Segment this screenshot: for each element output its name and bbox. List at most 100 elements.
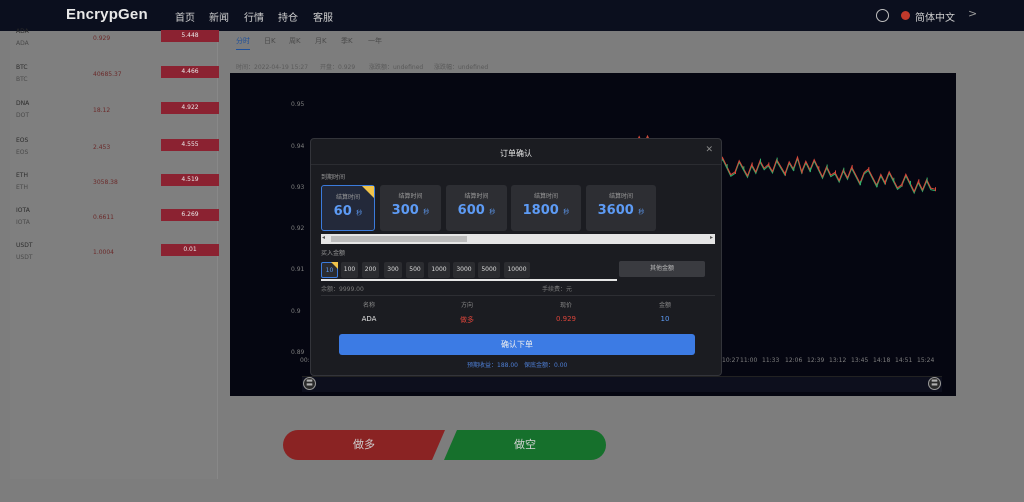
- balance-text: 余额：9999.00: [321, 286, 364, 293]
- coin-change-badge: 6.269: [161, 209, 219, 221]
- candle-mark: [926, 177, 928, 182]
- coin-change-badge: 4.555: [161, 139, 219, 151]
- y-tick-label: 0.93: [291, 184, 305, 191]
- x-tick-label: 14:18: [873, 357, 891, 364]
- coin-price: 18.12: [93, 107, 111, 114]
- coin-change-badge: 4.922: [161, 102, 219, 114]
- tab-monthly[interactable]: 月K: [315, 36, 327, 46]
- order-amount: 10: [660, 315, 670, 323]
- scrollbar-thumb[interactable]: [331, 236, 467, 242]
- amount-option-500[interactable]: 500: [406, 262, 424, 278]
- time-option-label: 结算时间: [464, 193, 489, 200]
- info-open: 开盘：0.929: [320, 64, 356, 71]
- time-option-label: 结算时间: [533, 193, 558, 200]
- candle-mark: [826, 164, 828, 169]
- coin-change-badge: 0.01: [161, 244, 219, 256]
- candle-mark: [776, 157, 778, 162]
- candle-mark: [868, 167, 870, 172]
- x-tick-label: 11:33: [762, 357, 780, 364]
- time-option-label: 结算时间: [608, 193, 633, 200]
- expiry-label: 到期时间: [321, 174, 346, 181]
- nav-positions[interactable]: 持仓: [278, 9, 298, 24]
- chevron-right-icon[interactable]: >: [968, 7, 977, 20]
- candle-mark: [860, 181, 861, 186]
- amount-option-3000[interactable]: 3000: [453, 262, 475, 278]
- time-option-3600[interactable]: 结算时间 3600 秒: [586, 185, 656, 231]
- info-time: 时间：2022-04-19 15:27: [236, 64, 309, 71]
- time-option-300[interactable]: 结算时间 300 秒: [380, 185, 441, 231]
- scroll-right-icon[interactable]: ▸: [710, 234, 713, 241]
- tab-quarterly[interactable]: 季K: [341, 36, 353, 46]
- coin-name: BTC: [16, 64, 28, 71]
- candle-mark: [810, 167, 811, 172]
- seconds-value: 600: [457, 203, 485, 218]
- divider: [311, 164, 721, 165]
- buy-long-button[interactable]: 做多: [283, 430, 445, 460]
- top-navbar: EncrypGen 首页 新闻 行情 持仓 客服 简体中文 >: [0, 0, 1024, 31]
- coin-price: 40685.37: [93, 71, 122, 78]
- tab-weekly[interactable]: 周K: [289, 36, 301, 46]
- tab-year[interactable]: 一年: [368, 36, 382, 46]
- other-amount-button[interactable]: 其他金额: [619, 261, 705, 277]
- zoom-slider-track[interactable]: [302, 376, 942, 392]
- time-option-seconds: 3600 秒: [586, 203, 656, 218]
- x-tick-label: 15:24: [917, 357, 935, 364]
- nav-market[interactable]: 行情: [244, 9, 264, 24]
- nav-support[interactable]: 客服: [313, 9, 333, 24]
- coin-name: ETH: [16, 172, 28, 179]
- candle-mark: [851, 164, 853, 169]
- amount-option-300[interactable]: 300: [384, 262, 402, 278]
- coin-code: IOTA: [16, 219, 30, 226]
- time-option-1800[interactable]: 结算时间 1800 秒: [511, 185, 581, 231]
- seconds-unit: 秒: [638, 209, 645, 216]
- coin-name: EOS: [16, 137, 29, 144]
- zoom-slider-left-handle[interactable]: 〓: [303, 377, 316, 390]
- confirm-order-button[interactable]: 确认下单: [339, 334, 695, 355]
- logo[interactable]: EncrypGen: [66, 6, 148, 23]
- language-selector[interactable]: 简体中文: [915, 9, 955, 24]
- time-option-600[interactable]: 结算时间 600 秒: [446, 185, 507, 231]
- info-change-percent: 涨跌幅：undefined: [434, 64, 489, 71]
- close-icon[interactable]: ✕: [705, 145, 713, 155]
- tab-intraday[interactable]: 分时: [236, 36, 250, 50]
- time-option-60[interactable]: 结算时间 60 秒: [321, 185, 375, 231]
- coin-change-badge: 4.466: [161, 66, 219, 78]
- coin-price: 0.6611: [93, 214, 114, 221]
- coin-change-badge: 5.448: [161, 30, 219, 42]
- coin-price: 0.929: [93, 35, 111, 42]
- scroll-left-icon[interactable]: ◂: [322, 234, 325, 241]
- coin-code: USDT: [16, 254, 33, 261]
- guarantee-amount-text: 保底金额：0.00: [524, 362, 568, 369]
- candle-mark: [801, 169, 803, 174]
- x-tick-label: 12:06: [785, 357, 803, 364]
- y-tick-label: 0.92: [291, 225, 305, 232]
- amount-option-5000[interactable]: 5000: [478, 262, 500, 278]
- candle-mark: [726, 164, 728, 169]
- user-icon[interactable]: [876, 9, 889, 22]
- dialog-title: 订单确认: [500, 149, 532, 158]
- amount-scrollbar[interactable]: [321, 279, 617, 281]
- amount-option-10000[interactable]: 10000: [504, 262, 530, 278]
- x-tick-label: 10:27: [722, 357, 740, 364]
- expected-profit-text: 预期收益：188.00: [467, 362, 518, 369]
- y-tick-label: 0.95: [291, 101, 305, 108]
- nav-home[interactable]: 首页: [175, 9, 195, 24]
- zoom-slider-right-handle[interactable]: 〓: [928, 377, 941, 390]
- candle-mark: [843, 167, 845, 172]
- horizontal-scrollbar[interactable]: ◂ ▸: [321, 234, 715, 244]
- seconds-value: 60: [333, 204, 352, 219]
- candle-mark: [743, 166, 745, 171]
- tab-daily[interactable]: 日K: [264, 36, 276, 46]
- order-direction: 做多: [460, 316, 474, 324]
- coin-code: EOS: [16, 149, 29, 156]
- candle-mark: [793, 166, 795, 171]
- coin-code: ETH: [16, 184, 28, 191]
- nav-news[interactable]: 新闻: [209, 9, 229, 24]
- divider: [321, 295, 715, 296]
- amount-option-1000[interactable]: 1000: [428, 262, 450, 278]
- order-coin-name: ADA: [361, 315, 377, 323]
- sell-short-button[interactable]: 做空: [444, 430, 606, 460]
- amount-option-200[interactable]: 200: [362, 262, 379, 278]
- amount-option-100[interactable]: 100: [341, 262, 358, 278]
- candle-mark: [893, 177, 895, 182]
